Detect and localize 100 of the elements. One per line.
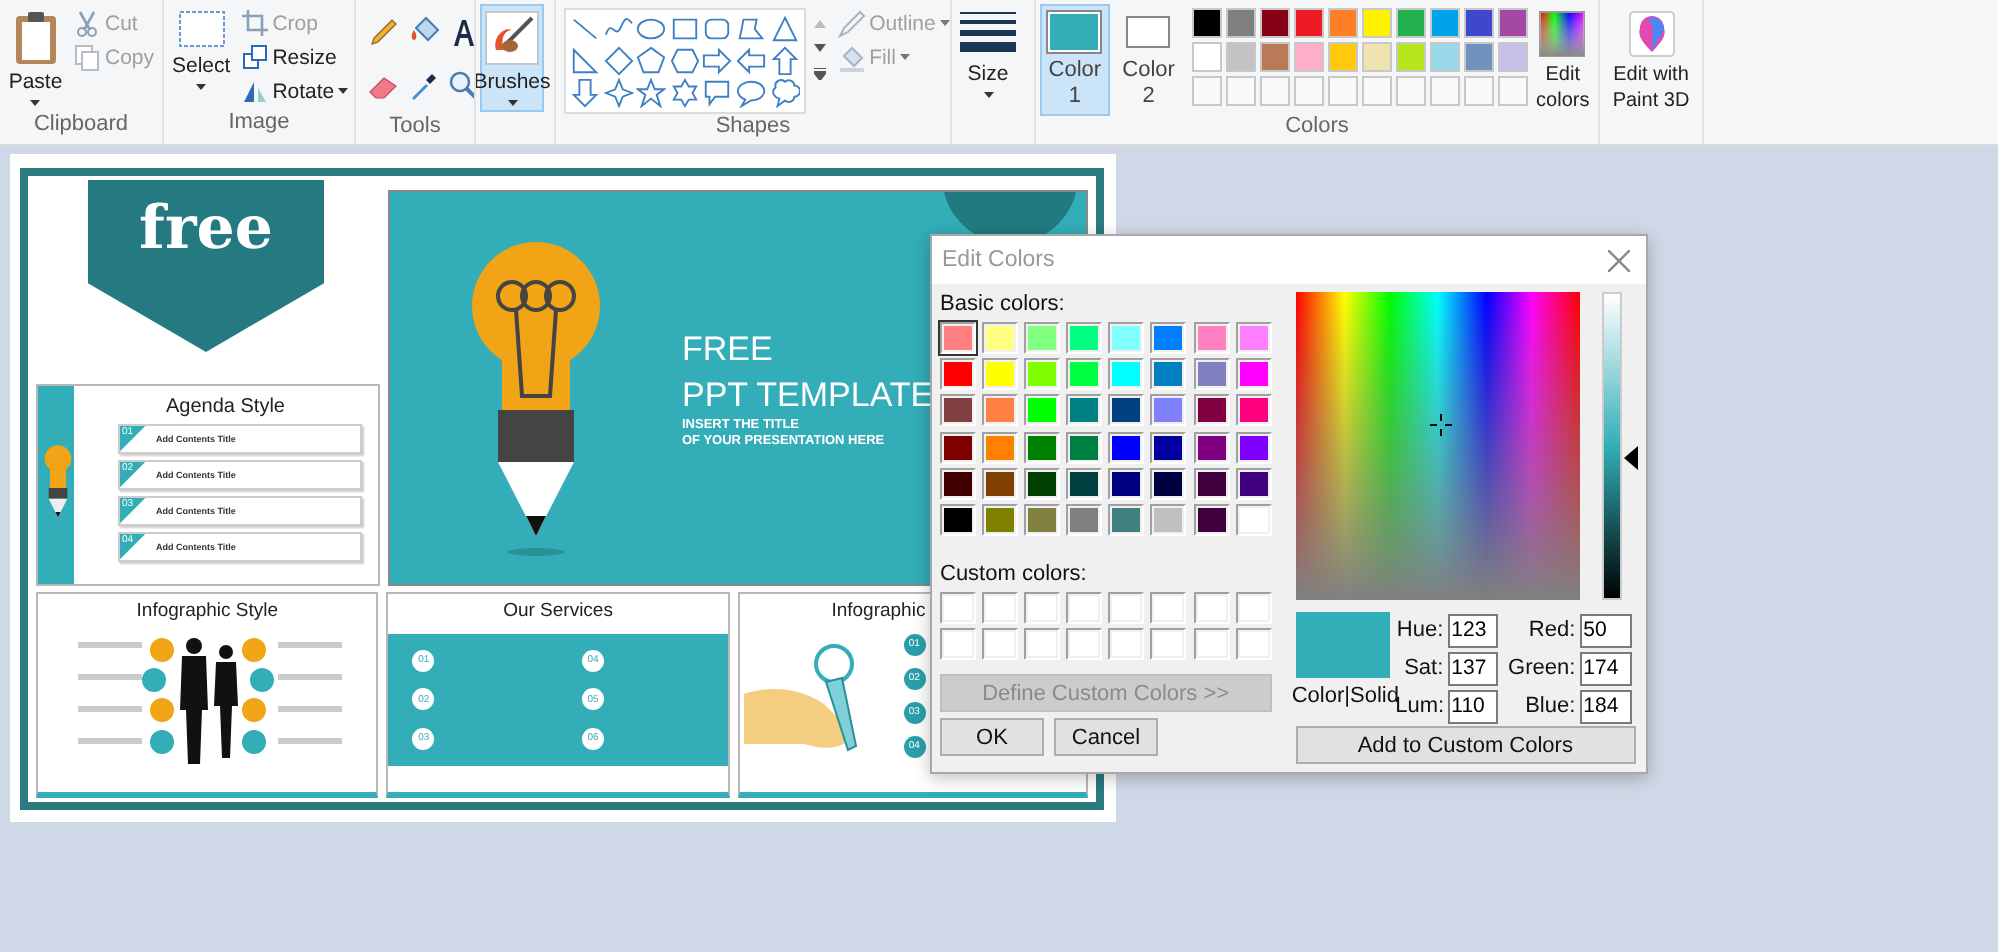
empty-swatch[interactable] xyxy=(1150,591,1187,624)
five-point-star-icon[interactable] xyxy=(636,78,667,108)
luminance-bar[interactable] xyxy=(1601,292,1622,600)
paint-3d-button[interactable]: Edit with Paint 3D xyxy=(1604,4,1698,120)
empty-swatch[interactable] xyxy=(1193,628,1230,661)
value-field[interactable]: 110 xyxy=(1447,689,1498,723)
color-swatch[interactable] xyxy=(1066,358,1103,391)
color-picker-icon[interactable] xyxy=(408,70,440,103)
color-swatch[interactable] xyxy=(1191,8,1222,38)
color-swatch[interactable] xyxy=(1497,8,1528,38)
color-swatch[interactable] xyxy=(1259,42,1290,72)
color-swatch[interactable] xyxy=(1024,467,1061,500)
color-swatch[interactable] xyxy=(1395,8,1426,38)
color-swatch[interactable] xyxy=(1066,322,1103,354)
color-swatch[interactable] xyxy=(982,322,1019,354)
color-swatch[interactable] xyxy=(1361,42,1392,72)
empty-swatch[interactable] xyxy=(1108,628,1145,661)
empty-swatch[interactable] xyxy=(1235,628,1272,661)
color-swatch[interactable] xyxy=(1108,394,1145,427)
up-arrow-icon[interactable] xyxy=(769,46,800,76)
value-field[interactable]: 184 xyxy=(1579,689,1632,723)
color-swatch[interactable] xyxy=(982,394,1019,427)
value-field[interactable]: 174 xyxy=(1579,651,1632,685)
empty-swatch[interactable] xyxy=(1108,591,1145,624)
color-swatch[interactable] xyxy=(1108,358,1145,391)
color-swatch[interactable] xyxy=(1150,503,1187,536)
magnifier-icon[interactable] xyxy=(448,70,474,103)
left-arrow-icon[interactable] xyxy=(735,46,766,76)
luminance-slider-arrow[interactable] xyxy=(1623,446,1638,471)
color-swatch[interactable] xyxy=(1293,42,1324,72)
color-swatch[interactable] xyxy=(1429,42,1460,72)
select-button[interactable]: Select xyxy=(168,4,235,96)
color-swatch[interactable] xyxy=(982,431,1019,464)
cloud-callout-icon[interactable] xyxy=(769,78,800,108)
rotate-button[interactable]: Rotate xyxy=(238,76,353,106)
color-swatch[interactable] xyxy=(1066,431,1103,464)
color-swatch[interactable] xyxy=(1327,42,1358,72)
color-swatch[interactable] xyxy=(1066,503,1103,536)
value-field[interactable]: 137 xyxy=(1447,651,1498,685)
color-swatch[interactable] xyxy=(1235,467,1272,500)
color-swatch[interactable] xyxy=(1150,394,1187,427)
color-swatch[interactable] xyxy=(1024,322,1061,354)
color-swatch[interactable] xyxy=(1235,358,1272,391)
empty-swatch[interactable] xyxy=(1193,591,1230,624)
four-point-star-icon[interactable] xyxy=(603,78,634,108)
color-swatch[interactable] xyxy=(1024,503,1061,536)
color-swatch[interactable] xyxy=(1225,8,1256,38)
color-swatch[interactable] xyxy=(940,503,976,536)
color-swatch[interactable] xyxy=(982,358,1019,391)
empty-swatch[interactable] xyxy=(1024,591,1061,624)
color-swatch[interactable] xyxy=(1193,394,1230,427)
empty-swatch[interactable] xyxy=(1150,628,1187,661)
color-swatch[interactable] xyxy=(1150,467,1187,500)
color-swatch[interactable] xyxy=(1108,322,1145,354)
color-swatch[interactable] xyxy=(1193,431,1230,464)
ok-button[interactable]: OK xyxy=(940,718,1044,757)
paste-button[interactable]: Paste xyxy=(4,4,67,112)
close-icon[interactable] xyxy=(1608,249,1630,271)
rectangle-icon[interactable] xyxy=(669,14,700,44)
color-spectrum[interactable] xyxy=(1295,292,1580,600)
add-to-custom-colors-button[interactable]: Add to Custom Colors xyxy=(1295,726,1636,764)
color-swatch[interactable] xyxy=(1193,467,1230,500)
expand-icon[interactable] xyxy=(813,68,826,80)
color-swatch[interactable] xyxy=(940,394,976,427)
color-swatch[interactable] xyxy=(1193,503,1230,536)
value-field[interactable]: 123 xyxy=(1447,613,1498,647)
polygon-icon[interactable] xyxy=(735,14,766,44)
pentagon-icon[interactable] xyxy=(636,46,667,76)
right-arrow-icon[interactable] xyxy=(702,46,733,76)
color-2-button[interactable]: Color 2 xyxy=(1113,4,1184,116)
resize-button[interactable]: Resize xyxy=(238,42,353,72)
color-swatch[interactable] xyxy=(1497,42,1528,72)
empty-swatch[interactable] xyxy=(1235,591,1272,624)
color-swatch[interactable] xyxy=(1024,358,1061,391)
color-swatch[interactable] xyxy=(1235,322,1272,354)
color-swatch[interactable] xyxy=(1235,394,1272,427)
color-swatch[interactable] xyxy=(1327,8,1358,38)
color-swatch[interactable] xyxy=(1293,8,1324,38)
oval-icon[interactable] xyxy=(636,14,667,44)
empty-swatch[interactable] xyxy=(1066,591,1103,624)
color-swatch[interactable] xyxy=(982,467,1019,500)
color-swatch[interactable] xyxy=(1191,42,1222,72)
color-swatch[interactable] xyxy=(1024,431,1061,464)
color-swatch[interactable] xyxy=(1108,431,1145,464)
color-swatch[interactable] xyxy=(1108,467,1145,500)
empty-swatch[interactable] xyxy=(982,628,1019,661)
color-swatch[interactable] xyxy=(940,322,976,354)
color-swatch[interactable] xyxy=(940,358,976,391)
color-swatch[interactable] xyxy=(1193,322,1230,354)
color-swatch[interactable] xyxy=(1235,503,1272,536)
color-swatch[interactable] xyxy=(1193,358,1230,391)
color-swatch[interactable] xyxy=(1463,8,1494,38)
diamond-icon[interactable] xyxy=(603,46,634,76)
size-button[interactable]: Size xyxy=(956,4,1020,104)
color-swatch[interactable] xyxy=(1225,42,1256,72)
color-swatch[interactable] xyxy=(940,467,976,500)
empty-swatch[interactable] xyxy=(1024,628,1061,661)
cancel-button[interactable]: Cancel xyxy=(1054,718,1158,757)
speech-callout-icon[interactable] xyxy=(702,78,733,108)
right-triangle-icon[interactable] xyxy=(570,46,600,76)
